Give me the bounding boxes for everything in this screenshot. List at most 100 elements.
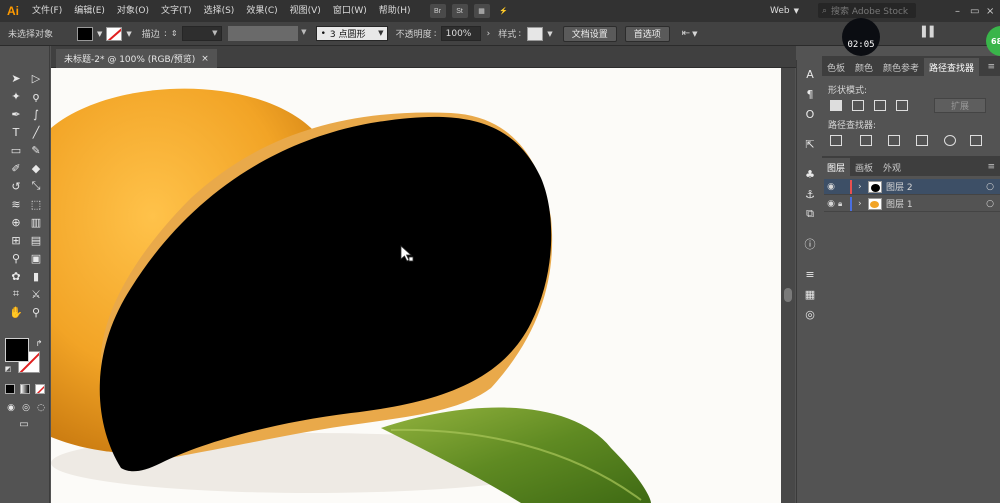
expand-arrow-icon[interactable]: › xyxy=(858,182,868,192)
export-panel-icon[interactable]: ⇱ xyxy=(802,136,818,152)
lock-icon[interactable]: 🔒︎ xyxy=(838,199,850,209)
menu-file[interactable]: 文件(F) xyxy=(26,0,68,22)
stock-button[interactable]: St xyxy=(451,4,468,18)
panel-menu-icon[interactable]: ≡ xyxy=(982,58,1000,76)
cc-libraries-icon[interactable]: ⧉ xyxy=(802,206,818,222)
expand-button[interactable]: 扩展 xyxy=(934,98,986,113)
brush-definition-dropdown[interactable]: • 3 点圆形 ▼ xyxy=(315,26,388,41)
artboard-tool-icon[interactable]: ⌗ xyxy=(8,286,24,302)
pen-tool-icon[interactable]: ✒ xyxy=(8,106,24,122)
panel-menu-icon[interactable]: ≡ xyxy=(982,158,1000,176)
crop-icon[interactable] xyxy=(916,135,928,146)
layer-row[interactable]: ◉ › 图层 2 ○ xyxy=(824,179,1000,195)
rotate-tool-icon[interactable]: ↺ xyxy=(8,178,24,194)
stroke-swatch[interactable] xyxy=(106,26,123,41)
trim-icon[interactable] xyxy=(860,135,872,146)
arrange-documents-icon[interactable]: ▦ xyxy=(473,4,490,18)
menu-view[interactable]: 视图(V) xyxy=(284,0,327,22)
eyedropper-tool-icon[interactable]: ⚲ xyxy=(8,250,24,266)
perspective-grid-tool-icon[interactable]: ▥ xyxy=(28,214,44,230)
menu-select[interactable]: 选择(S) xyxy=(198,0,241,22)
graphic-style-swatch[interactable] xyxy=(527,26,544,41)
menu-type[interactable]: 文字(T) xyxy=(155,0,198,22)
rectangle-tool-icon[interactable]: ▭ xyxy=(8,142,24,158)
draw-inside-icon[interactable]: ◌ xyxy=(35,402,47,414)
target-circle-icon[interactable]: ○ xyxy=(986,199,994,209)
bridge-button[interactable]: Br xyxy=(429,4,446,18)
chevron-down-icon[interactable]: ▼ xyxy=(547,30,552,38)
stroke-weight-field[interactable]: ▼ xyxy=(181,26,222,41)
layer-row[interactable]: ◉ 🔒︎ › 图层 1 ○ xyxy=(824,196,1000,212)
opacity-field[interactable]: 100% xyxy=(440,26,481,41)
hand-tool-icon[interactable]: ✋ xyxy=(8,304,24,320)
direct-selection-tool-icon[interactable]: ▷ xyxy=(28,70,44,86)
lasso-tool-icon[interactable]: ϙ xyxy=(28,88,44,104)
links-panel-icon[interactable]: ⚓ xyxy=(802,186,818,202)
none-mode-button[interactable] xyxy=(35,384,45,394)
magic-wand-tool-icon[interactable]: ✦ xyxy=(8,88,24,104)
close-tab-icon[interactable]: × xyxy=(201,54,209,64)
stock-search-input[interactable]: ⌕ 搜索 Adobe Stock xyxy=(818,3,916,18)
target-circle-icon[interactable]: ○ xyxy=(986,182,994,192)
profile-caret[interactable]: ▼ xyxy=(298,26,310,41)
intersect-icon[interactable] xyxy=(874,100,886,111)
free-transform-tool-icon[interactable]: ⬚ xyxy=(28,196,44,212)
slice-tool-icon[interactable]: ⚔ xyxy=(28,286,44,302)
menu-edit[interactable]: 编辑(E) xyxy=(68,0,111,22)
line-tool-icon[interactable]: ╱ xyxy=(28,124,44,140)
opentype-panel-icon[interactable]: O xyxy=(802,106,818,122)
document-setup-button[interactable]: 文档设置 xyxy=(562,25,617,42)
tab-swatches[interactable]: 色板 xyxy=(822,58,850,76)
scale-tool-icon[interactable]: ⤡ xyxy=(28,178,44,194)
stroke-panel-icon[interactable]: ≡ xyxy=(802,266,818,282)
gpu-performance-icon[interactable]: ⚡ xyxy=(496,4,512,18)
shaper-tool-icon[interactable]: ✐ xyxy=(8,160,24,176)
unite-icon[interactable] xyxy=(830,100,842,111)
type-tool-icon[interactable]: T xyxy=(8,124,24,140)
selection-tool-icon[interactable]: ➤ xyxy=(8,70,24,86)
fill-swatch[interactable] xyxy=(77,26,94,41)
mesh-tool-icon[interactable]: ⊞ xyxy=(8,232,24,248)
divide-icon[interactable] xyxy=(830,135,842,146)
menu-help[interactable]: 帮助(H) xyxy=(373,0,417,22)
paintbrush-tool-icon[interactable]: ✎ xyxy=(28,142,44,158)
preferences-button[interactable]: 首选项 xyxy=(624,25,670,42)
curvature-tool-icon[interactable]: ∫ xyxy=(28,106,44,122)
menu-window[interactable]: 窗口(W) xyxy=(327,0,373,22)
tab-pathfinder[interactable]: 路径查找器 xyxy=(924,58,980,76)
symbol-sprayer-tool-icon[interactable]: ✿ xyxy=(8,268,24,284)
chevron-down-icon[interactable]: ▼ xyxy=(692,30,697,38)
minus-front-icon[interactable] xyxy=(852,100,864,111)
shape-builder-tool-icon[interactable]: ⊕ xyxy=(8,214,24,230)
artboard[interactable] xyxy=(51,68,781,503)
draw-normal-icon[interactable]: ◉ xyxy=(5,402,17,414)
chevron-down-icon[interactable]: ▼ xyxy=(97,30,102,38)
swap-colors-icon[interactable]: ↱ xyxy=(34,338,44,348)
canvas-area[interactable] xyxy=(51,68,795,503)
gradient-panel-icon[interactable]: ▦ xyxy=(802,286,818,302)
gradient-mode-button[interactable] xyxy=(20,384,30,394)
column-graph-tool-icon[interactable]: ▮ xyxy=(28,268,44,284)
info-panel-icon[interactable]: ⓘ xyxy=(802,236,818,252)
eraser-tool-icon[interactable]: ◆ xyxy=(28,160,44,176)
outline-icon[interactable] xyxy=(944,135,956,146)
workspace-switcher[interactable]: Web ▼ xyxy=(770,0,799,22)
close-window-button[interactable]: × xyxy=(986,0,994,22)
align-icon[interactable]: ▐▐ xyxy=(918,27,933,38)
exclude-icon[interactable] xyxy=(896,100,908,111)
menu-object[interactable]: 对象(O) xyxy=(111,0,155,22)
chevron-right-icon[interactable]: › xyxy=(487,29,491,39)
tab-color-guide[interactable]: 颜色参考 xyxy=(878,58,924,76)
minimize-button[interactable]: – xyxy=(955,0,960,22)
color-mode-button[interactable] xyxy=(5,384,15,394)
symbols-panel-icon[interactable]: ♣ xyxy=(802,166,818,182)
maximize-button[interactable]: ▭ xyxy=(970,0,979,22)
screen-mode-icon[interactable]: ▭ xyxy=(16,418,32,430)
width-tool-icon[interactable]: ≋ xyxy=(8,196,24,212)
character-panel-icon[interactable]: A xyxy=(802,66,818,82)
visibility-eye-icon[interactable]: ◉ xyxy=(824,182,838,192)
tab-artboards[interactable]: 画板 xyxy=(850,158,878,176)
scrollbar-thumb[interactable] xyxy=(784,288,792,302)
expand-arrow-icon[interactable]: › xyxy=(858,199,868,209)
tab-layers[interactable]: 图层 xyxy=(822,158,851,176)
